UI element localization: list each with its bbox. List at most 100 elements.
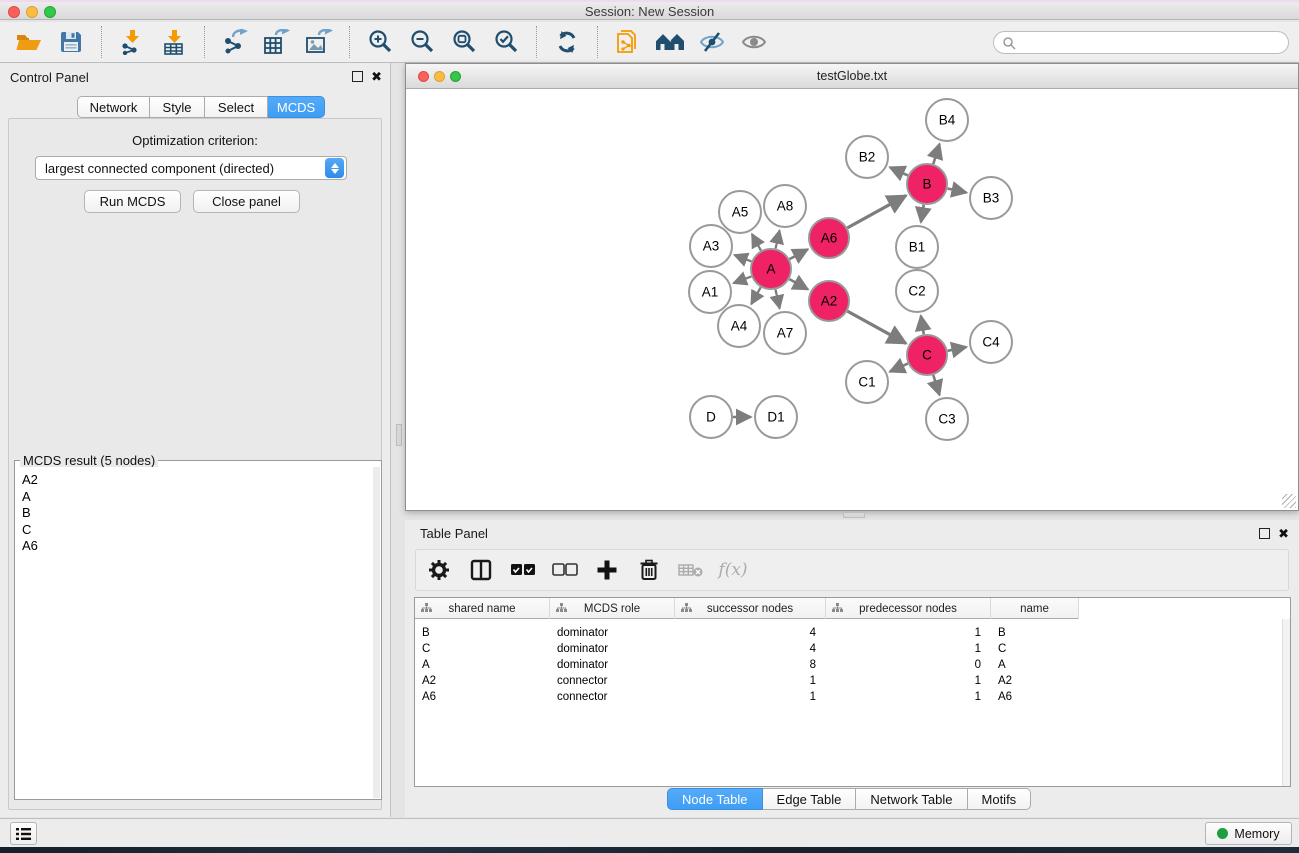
float-table-panel-icon[interactable] bbox=[1259, 528, 1270, 539]
graph-edge-C-C3[interactable] bbox=[933, 375, 939, 395]
zoom-in-button[interactable] bbox=[362, 25, 398, 59]
show-task-history-button[interactable] bbox=[10, 822, 37, 845]
column-visibility-button[interactable] bbox=[468, 557, 494, 583]
graph-node-A5[interactable]: A5 bbox=[719, 191, 761, 233]
tab-network[interactable]: Network bbox=[77, 96, 150, 118]
refresh-button[interactable] bbox=[549, 25, 585, 59]
graph-edge-C-C4[interactable] bbox=[948, 347, 967, 351]
tab-network-table[interactable]: Network Table bbox=[856, 788, 967, 810]
graph-node-D[interactable]: D bbox=[690, 396, 732, 438]
graph-edge-A-A4[interactable] bbox=[751, 287, 760, 304]
graph-edge-A-A3[interactable] bbox=[734, 255, 751, 262]
export-image-button[interactable] bbox=[301, 25, 337, 59]
graph-node-C4[interactable]: C4 bbox=[970, 321, 1012, 363]
table-row[interactable]: Adominator80A bbox=[415, 657, 1290, 673]
window-resize-grip[interactable] bbox=[1282, 494, 1296, 508]
tab-mcds[interactable]: MCDS bbox=[268, 96, 325, 118]
graph-node-C1[interactable]: C1 bbox=[846, 361, 888, 403]
graph-edge-A-A8[interactable] bbox=[776, 230, 780, 248]
graph-edge-A-A5[interactable] bbox=[752, 234, 761, 251]
close-panel-button[interactable]: Close panel bbox=[193, 190, 300, 213]
graph-node-A6[interactable]: A6 bbox=[809, 218, 849, 258]
add-column-button[interactable] bbox=[594, 557, 620, 583]
tab-select[interactable]: Select bbox=[205, 96, 268, 118]
home-button[interactable] bbox=[652, 25, 688, 59]
tab-style[interactable]: Style bbox=[150, 96, 205, 118]
graph-node-A2[interactable]: A2 bbox=[809, 281, 849, 321]
graph-node-C2[interactable]: C2 bbox=[896, 270, 938, 312]
table-row[interactable]: Bdominator41B bbox=[415, 625, 1290, 641]
graph-node-B3[interactable]: B3 bbox=[970, 177, 1012, 219]
import-table-button[interactable] bbox=[156, 25, 192, 59]
criterion-dropdown[interactable]: largest connected component (directed) bbox=[35, 156, 347, 180]
mcds-result-item[interactable]: A bbox=[22, 489, 373, 506]
delete-table-button[interactable] bbox=[678, 557, 704, 583]
deselect-all-button[interactable] bbox=[552, 557, 578, 583]
tab-node-table[interactable]: Node Table bbox=[667, 788, 763, 810]
search-input[interactable] bbox=[1016, 34, 1288, 52]
graph-edge-B-B3[interactable] bbox=[948, 188, 967, 192]
column-header-mcds-role[interactable]: MCDS role bbox=[550, 598, 675, 619]
table-row[interactable]: Cdominator41C bbox=[415, 641, 1290, 657]
graph-edge-B-B2[interactable] bbox=[890, 167, 908, 175]
tab-edge-table[interactable]: Edge Table bbox=[763, 788, 857, 810]
graph-edge-B-B1[interactable] bbox=[921, 205, 924, 223]
zoom-out-button[interactable] bbox=[404, 25, 440, 59]
new-network-from-file-button[interactable] bbox=[610, 25, 646, 59]
splitter-handle-horizontal[interactable] bbox=[843, 512, 865, 518]
close-table-panel-icon[interactable]: ✖ bbox=[1278, 526, 1289, 541]
graph-edge-C-C1[interactable] bbox=[890, 364, 908, 372]
graph-node-B[interactable]: B bbox=[907, 164, 947, 204]
graph-node-D1[interactable]: D1 bbox=[755, 396, 797, 438]
run-mcds-button[interactable]: Run MCDS bbox=[84, 190, 181, 213]
column-header-successor-nodes[interactable]: successor nodes bbox=[675, 598, 826, 619]
network-canvas[interactable]: B4B2BB3A5A8A6A3B1AA1C2A2A4A7C4CC1C3DD1 bbox=[406, 89, 1298, 510]
table-row[interactable]: A2connector11A2 bbox=[415, 673, 1290, 689]
graph-node-B1[interactable]: B1 bbox=[896, 226, 938, 268]
show-panel-button[interactable] bbox=[736, 25, 772, 59]
mcds-result-item[interactable]: A6 bbox=[22, 538, 373, 555]
graph-node-A4[interactable]: A4 bbox=[718, 305, 760, 347]
mcds-result-scrollbar[interactable] bbox=[373, 467, 380, 798]
network-window-titlebar[interactable]: testGlobe.txt bbox=[406, 64, 1298, 89]
import-network-button[interactable] bbox=[114, 25, 150, 59]
splitter-handle-vertical[interactable] bbox=[396, 424, 402, 446]
memory-button[interactable]: Memory bbox=[1205, 822, 1292, 845]
export-network-button[interactable] bbox=[217, 25, 253, 59]
graph-edge-A6-B[interactable] bbox=[847, 196, 906, 228]
graph-node-C3[interactable]: C3 bbox=[926, 398, 968, 440]
graph-edge-A-A2[interactable] bbox=[789, 279, 808, 289]
zoom-selected-button[interactable] bbox=[488, 25, 524, 59]
graph-node-C[interactable]: C bbox=[907, 335, 947, 375]
table-scrollbar[interactable] bbox=[1282, 619, 1290, 786]
function-builder-button[interactable]: f(x) bbox=[720, 557, 746, 583]
graph-edge-C-C2[interactable] bbox=[921, 316, 924, 335]
graph-edge-A-A1[interactable] bbox=[733, 276, 751, 283]
open-session-button[interactable] bbox=[11, 25, 47, 59]
close-panel-icon[interactable]: ✖ bbox=[371, 69, 382, 84]
column-header-name[interactable]: name bbox=[991, 598, 1079, 619]
hide-panel-button[interactable] bbox=[694, 25, 730, 59]
graph-edge-A-A6[interactable] bbox=[790, 249, 808, 259]
export-table-button[interactable] bbox=[259, 25, 295, 59]
float-panel-icon[interactable] bbox=[352, 71, 363, 82]
graph-edge-B-B4[interactable] bbox=[933, 144, 939, 164]
graph-node-A1[interactable]: A1 bbox=[689, 271, 731, 313]
graph-edge-A2-C[interactable] bbox=[847, 311, 906, 343]
settings-gear-button[interactable] bbox=[426, 557, 452, 583]
save-session-button[interactable] bbox=[53, 25, 89, 59]
tab-motifs[interactable]: Motifs bbox=[968, 788, 1032, 810]
zoom-fit-button[interactable] bbox=[446, 25, 482, 59]
graph-node-A[interactable]: A bbox=[751, 249, 791, 289]
mcds-result-item[interactable]: A2 bbox=[22, 472, 373, 489]
graph-node-A3[interactable]: A3 bbox=[690, 225, 732, 267]
mcds-result-item[interactable]: B bbox=[22, 505, 373, 522]
graph-edge-A-A7[interactable] bbox=[775, 290, 779, 309]
graph-node-B2[interactable]: B2 bbox=[846, 136, 888, 178]
column-header-predecessor-nodes[interactable]: predecessor nodes bbox=[826, 598, 991, 619]
column-header-shared-name[interactable]: shared name bbox=[415, 598, 550, 619]
graph-node-A7[interactable]: A7 bbox=[764, 312, 806, 354]
table-row[interactable]: A6connector11A6 bbox=[415, 689, 1290, 705]
select-all-button[interactable] bbox=[510, 557, 536, 583]
graph-node-A8[interactable]: A8 bbox=[764, 185, 806, 227]
